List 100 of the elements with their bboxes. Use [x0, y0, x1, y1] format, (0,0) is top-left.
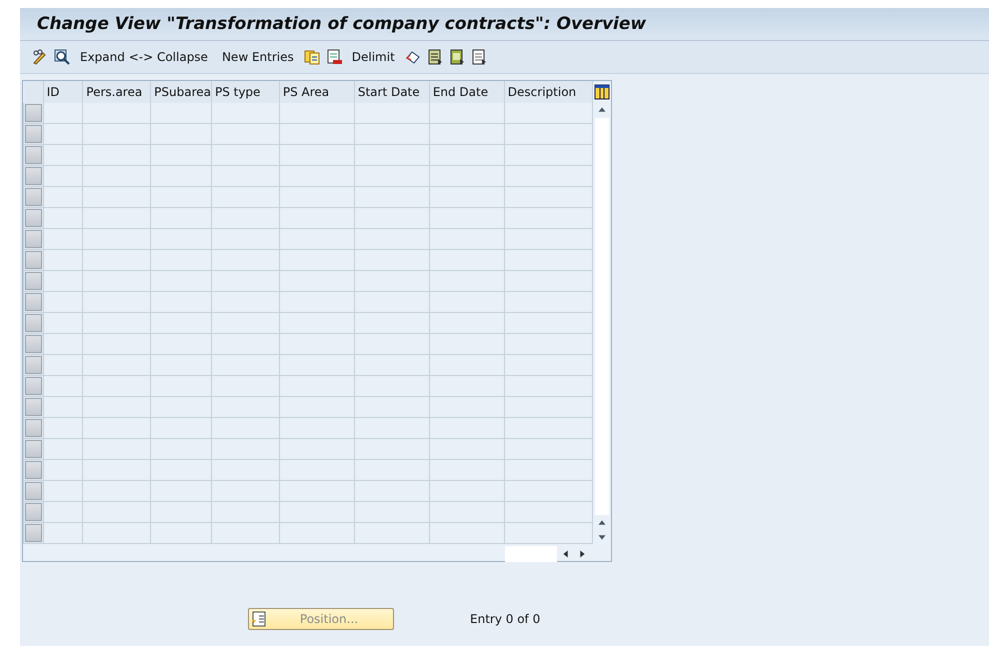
column-header[interactable]: PS type: [211, 81, 280, 103]
table-cell: [150, 396, 212, 418]
block-select-icon[interactable]: [470, 49, 487, 65]
copy-icon[interactable]: [304, 49, 320, 65]
table-cell: [150, 334, 212, 354]
row-selector[interactable]: [25, 377, 42, 395]
table-cell: [82, 438, 151, 460]
row-selector[interactable]: [25, 335, 42, 353]
table-cell: [150, 166, 212, 186]
delete-row-icon[interactable]: [326, 49, 342, 65]
undo-icon[interactable]: [404, 49, 421, 65]
table-cell: [211, 292, 280, 312]
column-header[interactable]: Start Date: [354, 81, 430, 103]
table-cell: [150, 208, 212, 228]
scroll-track[interactable]: [505, 546, 557, 562]
table-cell: [211, 438, 280, 460]
table-cell: [150, 228, 212, 250]
table-cell: [82, 502, 151, 522]
column-header[interactable]: Description: [504, 81, 592, 103]
column-header[interactable]: Pers.area: [82, 81, 151, 103]
table-cell: [211, 376, 280, 396]
row-selector[interactable]: [25, 125, 42, 143]
column-header[interactable]: ID: [43, 81, 83, 103]
table-cell: [211, 312, 280, 334]
table-cell: [211, 396, 280, 418]
list-icon: [251, 611, 267, 627]
table-cell: [82, 522, 151, 544]
table-cell: [82, 334, 151, 354]
toolbar-button[interactable]: Expand <-> Collapse: [75, 50, 213, 64]
table-cell: [82, 103, 151, 124]
table-cell: [150, 186, 212, 208]
row-selector[interactable]: [25, 209, 42, 227]
table-cell: [150, 270, 212, 292]
table-cell: [211, 250, 280, 270]
row-selector[interactable]: [25, 314, 42, 332]
table-cell: [150, 376, 212, 396]
table-cell: [211, 270, 280, 292]
row-selector[interactable]: [25, 482, 42, 500]
column-settings-icon[interactable]: [594, 84, 610, 100]
toolbar-button[interactable]: New Entries: [216, 50, 299, 64]
table-cell: [82, 270, 151, 292]
row-selector[interactable]: [25, 146, 42, 164]
row-selector[interactable]: [25, 419, 42, 437]
row-selector[interactable]: [25, 440, 42, 458]
table-cell: [211, 334, 280, 354]
table-cell: [82, 186, 151, 208]
table-cell: [150, 502, 212, 522]
table-cell: [82, 480, 151, 502]
table-cell: [82, 166, 151, 186]
table-cell: [150, 522, 212, 544]
row-selector[interactable]: [25, 503, 42, 521]
toolbar-button[interactable]: Delimit: [346, 50, 400, 64]
table-cell: [82, 144, 151, 166]
row-selector[interactable]: [25, 167, 42, 185]
table-cell: [150, 354, 212, 376]
magnifier-icon[interactable]: [54, 49, 70, 65]
row-selector[interactable]: [25, 251, 42, 269]
row-selector[interactable]: [25, 356, 42, 374]
row-selector[interactable]: [25, 461, 42, 479]
table-cell: [82, 250, 151, 270]
pencil-glasses-icon[interactable]: [32, 49, 48, 65]
table-cell: [211, 166, 280, 186]
table-cell: [150, 292, 212, 312]
table-cell: [150, 144, 212, 166]
table-cell: [150, 250, 212, 270]
column-header[interactable]: PS Area: [279, 81, 354, 103]
table-cell: [82, 312, 151, 334]
table-cell: [211, 480, 280, 502]
row-selector[interactable]: [25, 104, 42, 122]
row-selector[interactable]: [25, 188, 42, 206]
row-selector[interactable]: [25, 230, 42, 248]
table-cell: [211, 228, 280, 250]
column-header[interactable]: PSubarea: [150, 81, 212, 103]
table-cell: [211, 460, 280, 480]
table-cell: [82, 418, 151, 438]
table-cell: [211, 522, 280, 544]
table-cell: [82, 460, 151, 480]
table-cell: [211, 186, 280, 208]
table-cell: [150, 103, 212, 124]
row-selector[interactable]: [25, 398, 42, 416]
table-cell: [82, 376, 151, 396]
table-cell: [150, 312, 212, 334]
table-cell: [211, 144, 280, 166]
table-cell: [211, 103, 280, 124]
table-cell: [150, 124, 212, 144]
column-header[interactable]: End Date: [429, 81, 504, 103]
table-cell: [211, 354, 280, 376]
table-cell: [150, 418, 212, 438]
row-selector[interactable]: [25, 272, 42, 290]
table-cell: [82, 354, 151, 376]
entry-count: Entry 0 of 0: [470, 612, 540, 626]
select-all-icon[interactable]: [426, 49, 443, 65]
table-cell: [211, 124, 280, 144]
table-cell: [82, 292, 151, 312]
table-cell: [211, 418, 280, 438]
row-selector[interactable]: [25, 524, 42, 542]
table-cell: [150, 460, 212, 480]
deselect-icon[interactable]: [448, 49, 465, 65]
row-selector[interactable]: [25, 293, 42, 311]
table-cell: [82, 208, 151, 228]
